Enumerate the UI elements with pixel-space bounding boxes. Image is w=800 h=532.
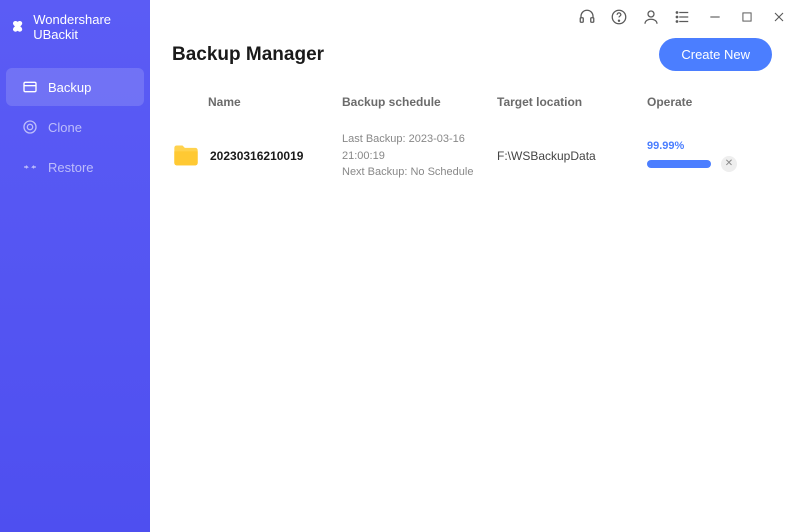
progress-bar (647, 160, 711, 168)
page-header: Backup Manager Create New (150, 30, 800, 85)
close-icon[interactable] (770, 8, 788, 26)
table-row[interactable]: 20230316210019 Last Backup: 2023-03-16 2… (150, 119, 800, 193)
last-backup-text: Last Backup: 2023-03-16 21:00:19 (342, 131, 497, 164)
butterfly-icon (10, 18, 25, 36)
col-header-operate: Operate (647, 95, 772, 109)
sidebar-nav: Backup Clone Restore (0, 68, 150, 186)
folder-icon (172, 144, 200, 168)
backup-name: 20230316210019 (210, 149, 303, 163)
page-title: Backup Manager (172, 44, 324, 66)
menu-icon[interactable] (674, 8, 692, 26)
brand: Wondershare UBackit (0, 0, 150, 60)
brand-name: Wondershare UBackit (33, 12, 140, 42)
sidebar: Wondershare UBackit Backup Clone Restore (0, 0, 150, 532)
user-icon[interactable] (642, 8, 660, 26)
col-header-schedule: Backup schedule (342, 95, 497, 109)
col-header-name: Name (172, 95, 342, 109)
schedule-cell: Last Backup: 2023-03-16 21:00:19 Next Ba… (342, 131, 497, 181)
minimize-icon[interactable] (706, 8, 724, 26)
maximize-icon[interactable] (738, 8, 756, 26)
backup-icon (22, 79, 38, 95)
col-header-target: Target location (497, 95, 647, 109)
cancel-button[interactable]: ✕ (721, 156, 737, 172)
create-new-button[interactable]: Create New (659, 38, 772, 71)
restore-icon (22, 159, 38, 175)
table-header: Name Backup schedule Target location Ope… (150, 85, 800, 119)
sidebar-item-label: Backup (48, 80, 91, 95)
sidebar-item-clone[interactable]: Clone (6, 108, 144, 146)
sidebar-item-label: Restore (48, 160, 94, 175)
target-cell: F:\WSBackupData (497, 149, 647, 163)
headset-icon[interactable] (578, 8, 596, 26)
help-icon[interactable] (610, 8, 628, 26)
next-backup-text: Next Backup: No Schedule (342, 164, 497, 181)
main: Backup Manager Create New Name Backup sc… (150, 0, 800, 532)
sidebar-item-backup[interactable]: Backup (6, 68, 144, 106)
titlebar (150, 0, 800, 30)
sidebar-item-label: Clone (48, 120, 82, 135)
progress-percent: 99.99% (647, 140, 772, 152)
operate-cell: 99.99% ✕ (647, 140, 772, 172)
sidebar-item-restore[interactable]: Restore (6, 148, 144, 186)
clone-icon (22, 119, 38, 135)
